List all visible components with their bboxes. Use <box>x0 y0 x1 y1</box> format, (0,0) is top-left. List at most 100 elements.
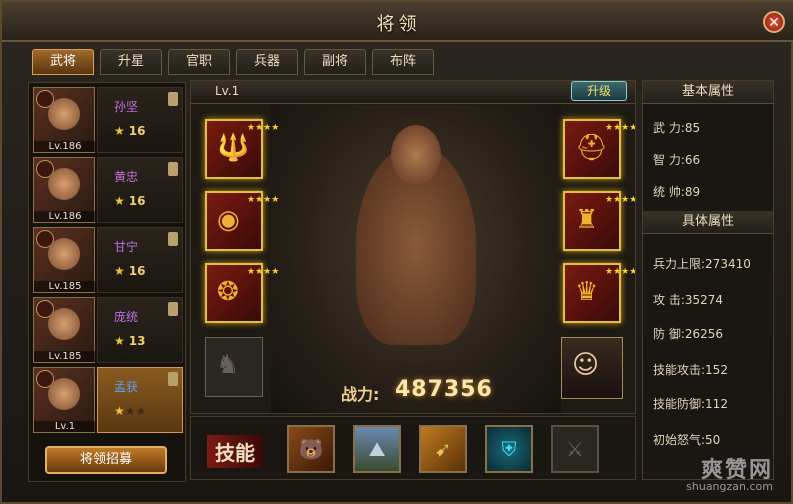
skill-slot-1[interactable]: 🐻 <box>287 425 335 473</box>
general-item[interactable]: Lv.186 孙坚 ★ 16 <box>33 87 183 153</box>
general-name: 黄忠 <box>114 170 139 184</box>
attr-value: 152 <box>705 363 728 377</box>
general-face <box>48 238 80 270</box>
star-icon: ★ <box>114 264 125 278</box>
attr-initial-rage: 初始怒气:50 <box>653 431 720 448</box>
upgrade-button[interactable]: 升级 <box>571 81 627 101</box>
attr-label: 防 御: <box>653 327 685 341</box>
attr-skill-attack: 技能攻击:152 <box>653 361 728 378</box>
general-item[interactable]: Lv.185 甘宁 ★ 16 <box>33 227 183 293</box>
tab-formation[interactable]: 布阵 <box>372 49 434 75</box>
tab-star-up[interactable]: 升星 <box>100 49 162 75</box>
attr-value: 50 <box>705 433 721 447</box>
general-info: 庞统 ★ 13 <box>97 297 183 363</box>
equip-stars: ★★★★ <box>605 123 636 133</box>
equip-slot-helmet[interactable]: ⛑ ★★★★ <box>563 119 636 179</box>
tab-office[interactable]: 官职 <box>168 49 230 75</box>
attr-label: 攻 击: <box>653 293 685 307</box>
title-bar: 将领 ✕ <box>2 2 793 42</box>
star-icon: ★ <box>114 334 125 348</box>
attr-value: 66 <box>684 153 701 167</box>
attr-label: 初始怒气: <box>653 433 706 447</box>
general-level: Lv.186 <box>34 141 96 152</box>
equip-slot-treasure[interactable]: ❂ ★★★★ <box>205 263 279 323</box>
general-level: Lv.185 <box>34 281 96 292</box>
tab-generals[interactable]: 武将 <box>32 49 94 75</box>
general-face <box>48 308 80 340</box>
hero-display: Lv.1 升级 🔱 ★★★★ ◉ ★★★★ ❂ ★★★★ ♞ ⛑ ★★★★ ♜ … <box>190 80 636 414</box>
window-frame: 将领 ✕ 武将 升星 官职 兵器 副将 布阵 Lv.186 孙坚 ★ 16 Lv… <box>0 0 793 504</box>
skill-slot-4[interactable]: ⛨ <box>485 425 533 473</box>
general-portrait: Lv.185 <box>33 297 96 363</box>
general-name: 孟获 <box>114 380 139 394</box>
shield-icon <box>168 302 178 316</box>
shield-icon <box>168 232 178 246</box>
attr-label: 技能攻击: <box>653 363 706 377</box>
attr-skill-defense: 技能防御:112 <box>653 395 728 412</box>
hero-portrait <box>271 105 561 413</box>
bow-icon: ➹ <box>434 437 452 461</box>
general-portrait: Lv.186 <box>33 157 96 223</box>
helmet-icon: ⛑ <box>575 133 609 163</box>
general-face <box>48 378 80 410</box>
equip-stars: ★★★★ <box>247 195 280 205</box>
watermark: 爽赞网 shuangzan.com <box>653 452 773 496</box>
star-icon: ★ <box>114 404 125 418</box>
skill-slot-2[interactable]: ⛰ <box>353 425 401 473</box>
attr-command: 统 帅:89 <box>653 183 700 200</box>
equip-stars: ★★★★ <box>605 195 636 205</box>
basic-attributes-title: 基本属性 <box>643 81 773 104</box>
general-stars: ★ 13 <box>114 334 145 348</box>
general-list: Lv.186 孙坚 ★ 16 Lv.186 黄忠 ★ 16 Lv.185 甘宁 … <box>28 82 186 482</box>
vice-general-slot[interactable]: ☺ <box>561 337 623 399</box>
close-icon[interactable]: ✕ <box>763 11 785 33</box>
attr-value: 26256 <box>684 327 724 341</box>
mountain-icon: ⛰ <box>368 437 386 461</box>
equip-slot-mount[interactable]: ♞ <box>205 337 263 397</box>
bow-icon <box>168 162 178 176</box>
equip-stars: ★★★★ <box>605 267 636 277</box>
attr-value: 35274 <box>684 293 724 307</box>
equip-slot-boots[interactable]: ♛ ★★★★ <box>563 263 636 323</box>
general-level: Lv.185 <box>34 351 96 362</box>
star-icon: ★ <box>114 194 125 208</box>
attr-attack: 攻 击:35274 <box>653 291 723 308</box>
tab-vice-general[interactable]: 副将 <box>304 49 366 75</box>
shield-icon <box>168 372 178 386</box>
skill-slot-5[interactable]: ⚔ <box>551 425 599 473</box>
general-name: 孙坚 <box>114 100 139 114</box>
horse-icon <box>168 92 178 106</box>
attr-label: 技能防御: <box>653 397 706 411</box>
general-item[interactable]: Lv.186 黄忠 ★ 16 <box>33 157 183 223</box>
tab-weapons[interactable]: 兵器 <box>236 49 298 75</box>
star-icon: ★ <box>114 124 125 138</box>
shield-icon: ⛨ <box>501 437 517 461</box>
general-face <box>48 168 80 200</box>
attribute-panel: 基本属性 武 力:85 智 力:66 统 帅:89 具体属性 兵力上限:2734… <box>642 80 774 480</box>
general-item[interactable]: Lv.185 庞统 ★ 13 <box>33 297 183 363</box>
general-info: 孙坚 ★ 16 <box>97 87 183 153</box>
hero-level-bar: Lv.1 升级 <box>191 81 635 104</box>
combat-power: 战力: 487356 <box>311 377 521 407</box>
equip-slot-weapon[interactable]: 🔱 ★★★★ <box>205 119 279 179</box>
star-count: 16 <box>128 194 146 208</box>
attr-troop-limit: 兵力上限:273410 <box>653 255 751 272</box>
skill-bar: 技能 🐻 ⛰ ➹ ⛨ ⚔ <box>190 416 636 480</box>
equip-slot-accessory[interactable]: ◉ ★★★★ <box>205 191 280 251</box>
attr-value: 89 <box>684 185 701 199</box>
trident-icon: 🔱 <box>217 133 250 163</box>
attr-value: 85 <box>684 121 701 135</box>
general-item-selected[interactable]: Lv.1 孟获 ★★★ <box>33 367 183 433</box>
window-title: 将领 <box>376 14 421 35</box>
attr-label: 兵力上限: <box>653 257 706 271</box>
equip-slot-armor[interactable]: ♜ ★★★★ <box>563 191 636 251</box>
star-count: 16 <box>128 124 146 138</box>
general-level: Lv.186 <box>34 211 96 222</box>
beast-icon: 🐻 <box>298 437 324 461</box>
general-stars: ★ 16 <box>114 124 145 138</box>
attr-intelligence: 智 力:66 <box>653 151 700 168</box>
attr-value: 273410 <box>705 257 751 271</box>
skill-label: 技能 <box>207 435 263 468</box>
skill-slot-3[interactable]: ➹ <box>419 425 467 473</box>
recruit-general-button[interactable]: 将领招募 <box>45 446 167 474</box>
